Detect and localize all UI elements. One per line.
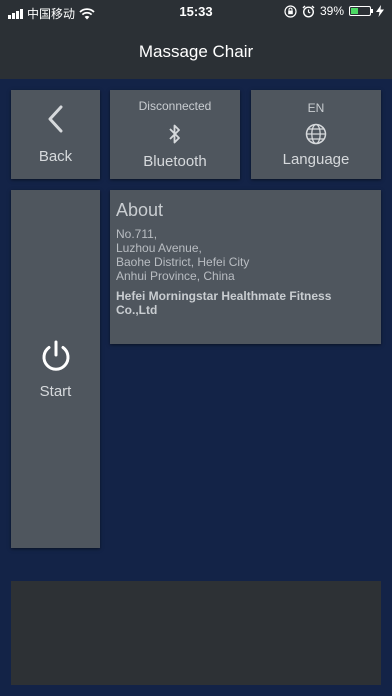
address-line: No.711,	[116, 227, 158, 241]
back-button[interactable]: Back	[11, 90, 100, 179]
language-button[interactable]: EN Language	[251, 90, 381, 179]
address-line: Baohe District, Hefei City	[116, 255, 250, 269]
bluetooth-status: Disconnected	[138, 99, 212, 113]
power-icon	[42, 340, 69, 371]
address-line: Luzhou Avenue,	[116, 241, 202, 255]
about-panel: About No.711, Luzhou Avenue, Baohe Distr…	[110, 190, 381, 344]
status-bar-right: 39%	[284, 4, 384, 18]
bluetooth-button[interactable]: Disconnected Bluetooth	[110, 90, 240, 179]
chevron-left-icon	[48, 105, 62, 133]
orientation-lock-icon	[284, 4, 297, 18]
status-bar: 中国移动 15:33 39%	[0, 0, 392, 24]
bluetooth-icon	[169, 124, 180, 144]
charging-icon	[376, 5, 384, 17]
globe-icon	[305, 123, 327, 145]
start-label: Start	[39, 382, 72, 400]
company-name: Hefei Morningstar Healthmate Fitness Co.…	[116, 289, 332, 317]
page-title: Massage Chair	[138, 41, 254, 61]
header-bar: Massage Chair	[0, 24, 392, 79]
address-line: Anhui Province, China	[116, 269, 235, 283]
language-label: Language	[282, 151, 350, 168]
language-code: EN	[307, 101, 325, 115]
battery-icon	[349, 6, 373, 16]
start-button[interactable]: Start	[11, 190, 100, 548]
back-label: Back	[38, 148, 73, 165]
battery-percent: 39%	[319, 4, 344, 18]
alarm-icon	[302, 5, 315, 18]
footer-panel	[11, 581, 381, 685]
bluetooth-label: Bluetooth	[143, 153, 207, 170]
about-title: About	[116, 200, 164, 220]
